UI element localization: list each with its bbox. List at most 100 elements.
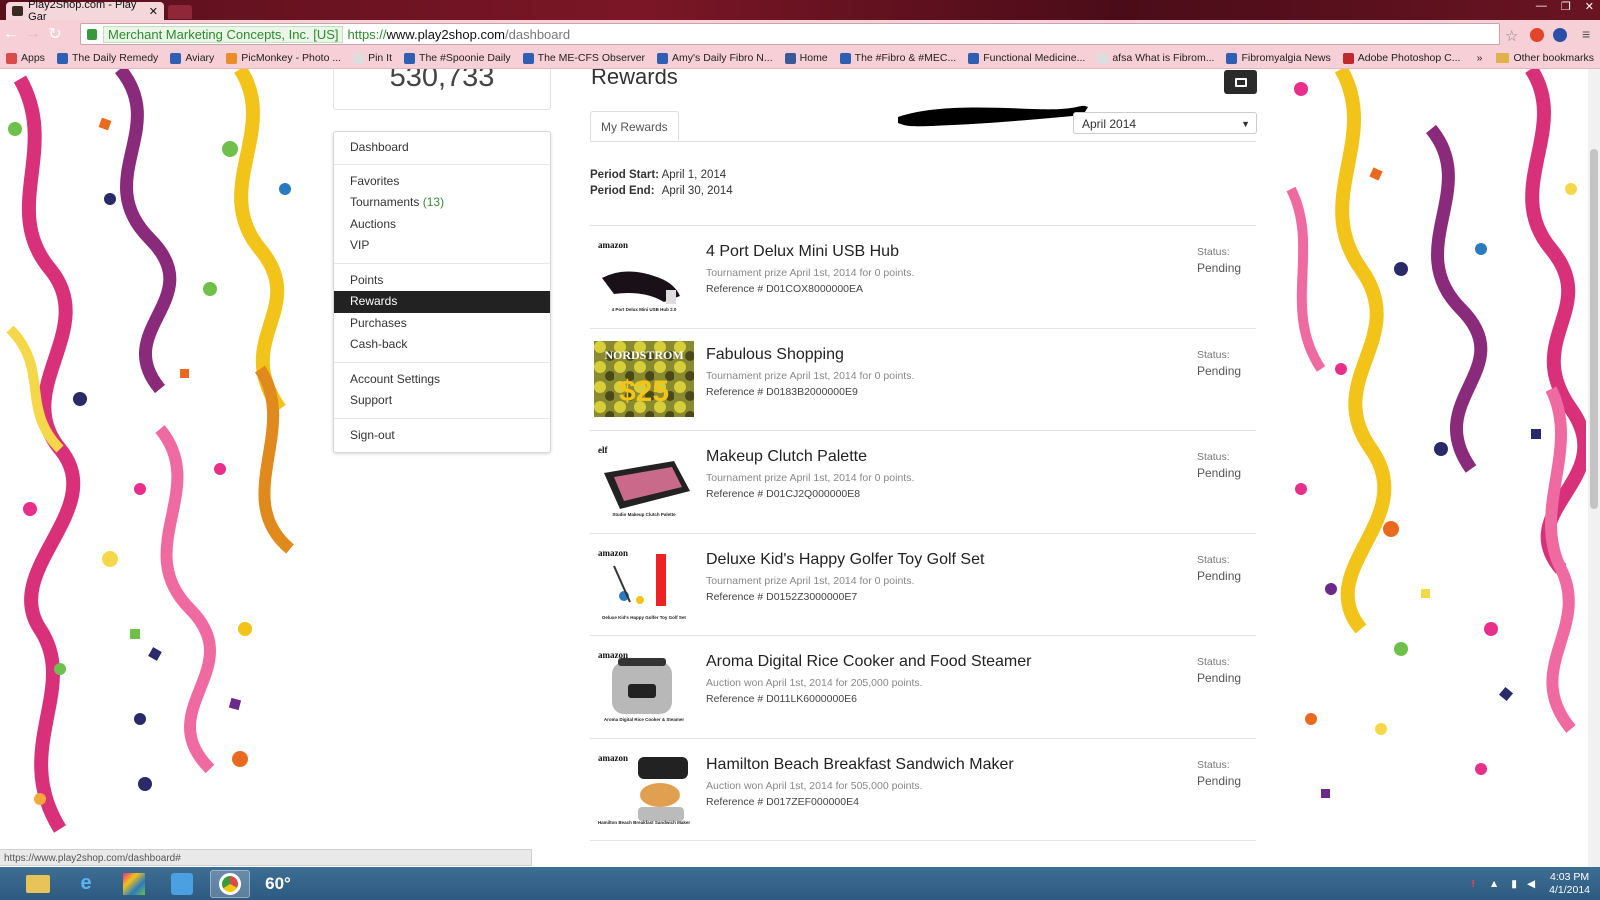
reward-title[interactable]: Aroma Digital Rice Cooker and Food Steam… <box>706 653 1031 671</box>
bookmark-favicon-icon <box>1097 52 1109 64</box>
url-host: www.play2shop.com <box>386 26 506 42</box>
reward-thumbnail[interactable]: NORDSTROM $25 <box>594 340 694 417</box>
sidebar-item-rewards[interactable]: Rewards <box>334 291 550 313</box>
extension-icon[interactable] <box>1530 28 1544 42</box>
sidebar-item-purchases[interactable]: Purchases <box>334 313 550 335</box>
print-button[interactable] <box>1224 70 1257 94</box>
bookmark-label: The #Fibro & #MEC... <box>854 52 957 64</box>
bookmark-item[interactable]: afsa What is Fibrom... <box>1097 52 1214 64</box>
sidebar-item-vip[interactable]: VIP <box>334 235 550 257</box>
thumbnail-brand: amazon <box>598 548 628 558</box>
status-value: Pending <box>1197 671 1242 685</box>
sidebar-item-signout[interactable]: Sign-out <box>334 425 550 447</box>
weather-widget[interactable]: 60° <box>258 870 298 898</box>
reward-thumbnail[interactable]: amazon 4 Port Delux Mini USB Hub 2.0 <box>594 238 694 314</box>
bookmark-label: PicMonkey - Photo ... <box>241 52 342 64</box>
reward-thumbnail[interactable]: amazon Hamilton Beach Breakfast Sandwich … <box>594 750 694 827</box>
menu-icon[interactable]: ≡ <box>1582 26 1590 42</box>
new-tab-button[interactable] <box>168 5 192 19</box>
network-icon[interactable]: ▮ <box>1511 878 1517 890</box>
ev-certificate[interactable]: Merchant Marketing Concepts, Inc. [US] <box>103 25 344 43</box>
sidebar-item-tournaments[interactable]: Tournaments (13) <box>334 192 550 214</box>
clock-date: 4/1/2014 <box>1549 883 1590 896</box>
browser-toolbar: ← → ↻ Merchant Marketing Concepts, Inc. … <box>0 20 1600 48</box>
confetti-decoration-right <box>1281 69 1586 867</box>
media-app-icon[interactable] <box>114 870 154 898</box>
sidebar-item-auctions[interactable]: Auctions <box>334 214 550 236</box>
other-bookmarks-label: Other bookmarks <box>1513 52 1594 64</box>
internet-explorer-icon[interactable]: e <box>66 870 106 898</box>
sidebar-item-points[interactable]: Points <box>334 270 550 292</box>
bookmark-favicon-icon <box>170 52 182 64</box>
chrome-icon[interactable] <box>210 869 250 898</box>
bookmark-item[interactable]: The ME-CFS Observer <box>522 52 646 64</box>
bookmarks-overflow[interactable]: » <box>1477 52 1483 64</box>
minimize-icon[interactable]: — <box>1536 0 1547 13</box>
reward-thumbnail[interactable]: amazon Deluxe Kid's Happy Golfer Toy Golf… <box>594 545 694 622</box>
sidebar-item-favorites[interactable]: Favorites <box>334 171 550 193</box>
period-start-label: Period Start: <box>590 169 660 181</box>
reward-thumbnail[interactable]: elf Studio Makeup Clutch Palette <box>594 443 694 519</box>
url-path: /dashboard <box>505 26 571 42</box>
bookmark-item[interactable]: Apps <box>6 52 45 64</box>
browser-tab[interactable]: Play2Shop.com - Play Gar ✕ <box>6 0 164 23</box>
app-launcher-icon[interactable] <box>162 870 202 898</box>
reward-title[interactable]: 4 Port Delux Mini USB Hub <box>706 243 899 261</box>
close-window-icon[interactable]: ✕ <box>1585 0 1594 13</box>
bookmark-label: Home <box>799 52 828 64</box>
back-icon[interactable]: ← <box>0 25 22 43</box>
tab-my-rewards[interactable]: My Rewards <box>590 111 679 141</box>
sidebar-item-account-settings[interactable]: Account Settings <box>334 369 550 391</box>
volume-icon[interactable]: ◀ <box>1527 878 1535 890</box>
address-bar[interactable]: Merchant Marketing Concepts, Inc. [US] h… <box>80 23 1500 45</box>
reward-subtitle: Tournament prize April 1st, 2014 for 0 p… <box>706 574 915 587</box>
page-scrollbar[interactable] <box>1588 69 1600 867</box>
thumbnail-brand: NORDSTROM <box>604 348 683 362</box>
clock[interactable]: 4:03 PM 4/1/2014 <box>1549 871 1590 897</box>
scrollbar-thumb[interactable] <box>1590 149 1598 509</box>
bookmark-item[interactable]: Fibromyalgia News <box>1226 52 1331 64</box>
redaction-scribble <box>898 105 1088 127</box>
thumbnail-brand: amazon <box>598 240 628 250</box>
reward-title[interactable]: Deluxe Kid's Happy Golfer Toy Golf Set <box>706 551 984 569</box>
period-start: April 1, 2014 <box>661 169 727 181</box>
bookmark-label: The ME-CFS Observer <box>537 52 646 64</box>
thumbnail-caption: Deluxe Kid's Happy Golfer Toy Golf Set <box>602 615 686 620</box>
reward-thumbnail[interactable]: amazon Aroma Digital Rice Cooker & Steame… <box>594 648 694 724</box>
file-explorer-icon[interactable] <box>18 870 58 898</box>
tab-close-icon[interactable]: ✕ <box>149 5 158 18</box>
thumbnail-brand: elf <box>598 445 608 455</box>
bookmark-item[interactable]: PicMonkey - Photo ... <box>226 52 341 64</box>
bookmark-favicon-icon <box>353 52 365 64</box>
reference-code: D0183B2000000E9 <box>766 385 858 398</box>
bookmark-item[interactable]: Amy's Daily Fibro N... <box>657 52 773 64</box>
tournaments-count-badge: (13) <box>422 195 445 209</box>
bookmark-item[interactable]: Home <box>784 52 828 64</box>
reload-icon[interactable]: ↻ <box>44 24 66 44</box>
bookmark-item[interactable]: The #Fibro & #MEC... <box>839 52 957 64</box>
window-titlebar: Play2Shop.com - Play Gar ✕ — ❐ ✕ <box>0 0 1600 23</box>
bookmark-label: Amy's Daily Fibro N... <box>672 52 773 64</box>
bookmark-item[interactable]: Functional Medicine... <box>968 52 1085 64</box>
extension-icon[interactable] <box>1553 28 1567 42</box>
bookmark-star-icon[interactable]: ☆ <box>1505 27 1518 45</box>
reward-subtitle: Auction won April 1st, 2014 for 205,000 … <box>706 677 923 689</box>
sidebar-item-support[interactable]: Support <box>334 390 550 412</box>
period-select[interactable]: April 2014 ▼ <box>1073 112 1257 134</box>
other-bookmarks[interactable]: » Other bookmarks <box>1477 48 1594 68</box>
bookmark-item[interactable]: Pin It <box>353 52 392 64</box>
bookmark-item[interactable]: The #Spoonie Daily <box>404 52 511 64</box>
bookmark-item[interactable]: Adobe Photoshop C... <box>1342 52 1460 64</box>
reward-title[interactable]: Fabulous Shopping <box>706 346 844 364</box>
restore-icon[interactable]: ❐ <box>1561 0 1571 13</box>
reward-title[interactable]: Makeup Clutch Palette <box>706 448 867 466</box>
alert-icon[interactable]: ! <box>1471 878 1475 890</box>
sidebar-item-cashback[interactable]: Cash-back <box>334 334 550 356</box>
forward-icon[interactable]: → <box>22 25 44 43</box>
bookmark-item[interactable]: The Daily Remedy <box>56 52 159 64</box>
reward-title[interactable]: Hamilton Beach Breakfast Sandwich Maker <box>706 756 1014 774</box>
bookmark-label: The Daily Remedy <box>71 52 159 64</box>
sidebar-item-dashboard[interactable]: Dashboard <box>334 137 550 159</box>
tray-expand-icon[interactable]: ▲ <box>1489 878 1499 890</box>
bookmark-item[interactable]: Aviary <box>170 52 214 64</box>
